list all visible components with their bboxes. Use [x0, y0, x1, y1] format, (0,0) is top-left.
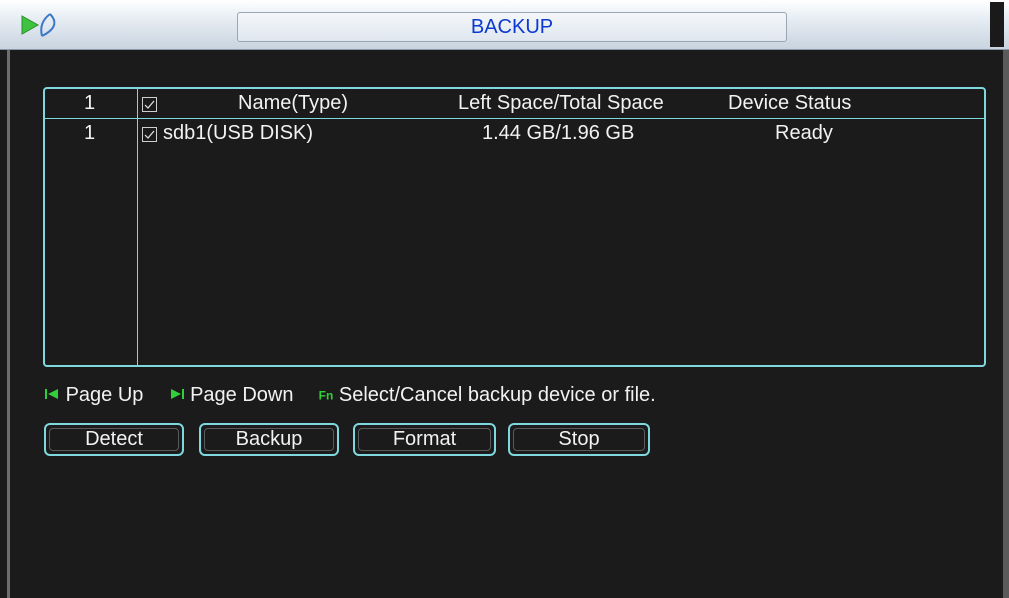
row-device-name: sdb1(USB DISK) [163, 122, 314, 144]
frame-left-border [7, 50, 10, 598]
select-all-checkbox[interactable] [142, 97, 157, 112]
row-index: 1 [84, 122, 96, 144]
header-index: 1 [84, 92, 96, 114]
frame-right-border [1003, 50, 1009, 598]
stop-button[interactable]: Stop [508, 423, 650, 456]
window-title: BACKUP [237, 12, 787, 42]
detect-button[interactable]: Detect [44, 423, 184, 456]
fn-hint-text: Select/Cancel backup device or file. [338, 384, 656, 407]
page-up-label: Page Up [65, 384, 144, 407]
backup-button[interactable]: Backup [199, 423, 339, 456]
row-status: Ready [775, 122, 833, 144]
device-table: 1 Name(Type) Left Space/Total Space Devi… [43, 87, 986, 367]
row-checkbox[interactable] [142, 127, 157, 142]
page-down-label: Page Down [190, 384, 294, 407]
header-status[interactable]: Device Status [728, 92, 851, 115]
header-space[interactable]: Left Space/Total Space [458, 92, 664, 115]
page-up-icon [44, 384, 60, 407]
header-name[interactable]: Name(Type) [238, 92, 348, 115]
backup-window: BACKUP 1 Name(Type) Left Space/Total Spa… [0, 0, 1009, 598]
page-down-icon [169, 384, 185, 407]
header-divider [45, 118, 984, 119]
window-edge [990, 2, 1004, 47]
app-logo-icon [20, 12, 64, 38]
title-bar: BACKUP [0, 0, 1009, 50]
fn-key-icon: Fn [318, 388, 334, 403]
column-divider [137, 89, 138, 365]
format-button[interactable]: Format [353, 423, 496, 456]
row-space: 1.44 GB/1.96 GB [482, 122, 635, 144]
key-hint-bar: Page Up Page Down Fn Select/Cancel backu… [44, 384, 656, 410]
